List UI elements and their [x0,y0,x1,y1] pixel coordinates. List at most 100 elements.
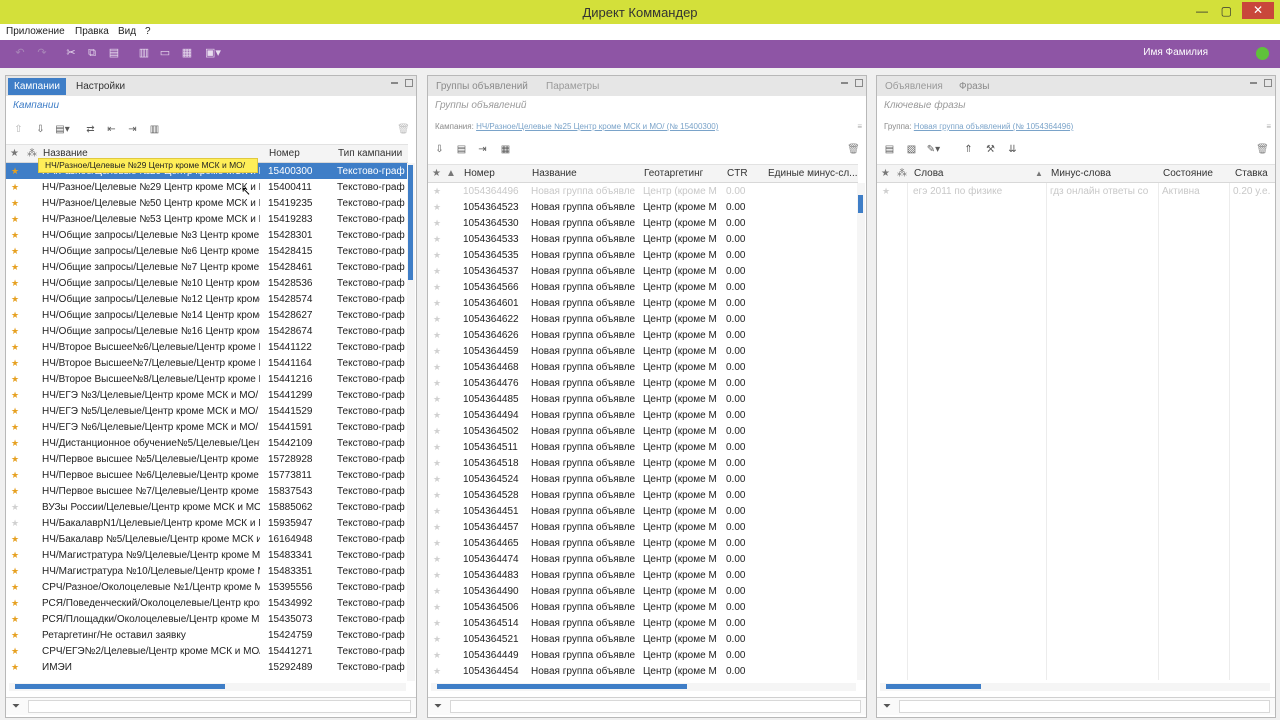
star-icon[interactable]: ★ [433,522,441,533]
group-link[interactable]: Новая группа объявлений (№ 1054364496) [914,122,1074,131]
star-icon[interactable]: ★ [433,634,441,645]
star-icon[interactable]: ★ [11,550,19,561]
table-row[interactable]: ★ НЧ/Дистанционное обучение№5/Целевые/Цен… [6,435,408,451]
star-icon[interactable]: ★ [11,454,19,465]
table-row[interactable]: ★ 1054364496 Новая группа объявле Центр (кр… [428,183,858,199]
column-number[interactable]: Номер [269,148,300,159]
table-row[interactable]: ★ НЧ/Общие запросы/Целевые №16 Центр кром… [6,323,408,339]
campaigns-vscroll[interactable] [407,163,415,681]
table-row[interactable]: ★ 1054364511 Новая группа объявле Центр (кр… [428,439,858,455]
compare-icon[interactable]: ⇄ [83,122,98,137]
export-icon[interactable]: ⇥ [125,122,140,137]
table-row[interactable]: ★ НЧ/Первое высшее №5/Целевые/Центр кроме… [6,451,408,467]
maximize-icon[interactable]: ▢ [1221,4,1232,18]
paste-icon[interactable]: ▤ [106,46,122,60]
table-row[interactable]: ★ 1054364485 Новая группа объявле Центр (кр… [428,391,858,407]
table-row[interactable]: ★ 1054364524 Новая группа объявле Центр (кр… [428,471,858,487]
ad-groups-vscroll[interactable] [857,183,865,680]
star-icon[interactable]: ★ [11,614,19,625]
table-row[interactable]: ★ 1054364483 Новая группа объявле Центр (кр… [428,567,858,583]
campaigns-vscroll-thumb[interactable] [408,165,413,280]
star-icon[interactable]: ★ [433,266,441,277]
collapse-icon[interactable]: ≡ [857,122,862,131]
star-icon[interactable]: ★ [11,582,19,593]
table-row[interactable]: ★ 1054364459 Новая группа объявле Центр (кр… [428,343,858,359]
star-icon[interactable]: ★ [433,362,441,373]
table-row[interactable]: ★ 1054364523 Новая группа объявле Центр (кр… [428,199,858,215]
pin-column-icon[interactable]: ⁂ [27,148,37,159]
column-negative-words[interactable]: Минус-слова [1051,168,1111,179]
column-state[interactable]: Состояние [1163,168,1213,179]
layout-dropdown-icon[interactable]: ▣▾ [205,46,221,60]
maximize-panel-icon[interactable] [855,79,863,87]
table-row[interactable]: ★ 1054364533 Новая группа объявле Центр (кр… [428,231,858,247]
fix-icon[interactable]: ⚒ [983,142,998,157]
star-icon[interactable]: ★ [433,282,441,293]
table-row[interactable]: ★ 1054364535 Новая группа объявле Центр (кр… [428,247,858,263]
menu-item-edit[interactable]: Правка [75,26,109,37]
undo-icon[interactable]: ↶ [12,46,28,60]
star-icon[interactable]: ★ [11,326,19,337]
download-icon[interactable]: ⇩ [432,142,447,157]
star-icon[interactable]: ★ [433,346,441,357]
column-negative-keywords[interactable]: Единые минус-сл... [768,168,858,179]
star-icon[interactable]: ★ [433,490,441,501]
star-icon[interactable]: ★ [433,618,441,629]
sort-icon[interactable]: ▲ [1035,169,1043,178]
star-icon[interactable]: ★ [11,566,19,577]
export-icon[interactable]: ⇥ [475,142,490,157]
star-icon[interactable]: ★ [433,586,441,597]
table-row[interactable]: ★ НЧ/Общие запросы/Целевые №7 Центр кроме… [6,259,408,275]
star-icon[interactable]: ★ [11,662,19,673]
tab-phrases[interactable]: Фразы [953,78,995,95]
user-name[interactable]: Имя Фамилия [1143,47,1208,58]
table-row[interactable]: ★ 1054364490 Новая группа объявле Центр (кр… [428,583,858,599]
delete-icon[interactable]: 🗑 [396,122,411,137]
table-row[interactable]: ★ 1054364476 Новая группа объявле Центр (кр… [428,375,858,391]
star-icon[interactable]: ★ [11,358,19,369]
star-icon[interactable]: ★ [11,310,19,321]
table-row[interactable]: ★ НЧ/Магистратура №10/Целевые/Центр кроме… [6,563,408,579]
tab-ad-groups[interactable]: Группы объявлений [430,78,534,95]
star-icon[interactable]: ★ [11,518,19,529]
table-row[interactable]: ★ НЧ/Бакалавр №5/Целевые/Центр кроме МСК … [6,531,408,547]
keywords-filter-input[interactable] [899,700,1270,713]
column-number[interactable]: Номер [464,168,495,179]
star-icon[interactable]: ★ [11,422,19,433]
ad-groups-hscroll[interactable] [431,683,856,691]
star-icon[interactable]: ★ [11,214,19,225]
delete-icon[interactable]: 🗑 [846,142,861,157]
table-row[interactable]: ★ 1054364449 Новая группа объявле Центр (кр… [428,647,858,663]
copy-icon[interactable]: ▤ [882,142,897,157]
group-icon[interactable]: ▧ [904,142,919,157]
campaigns-hscroll-thumb[interactable] [15,684,225,689]
table-row[interactable]: ★ 1054364454 Новая группа объявле Центр (кр… [428,663,858,679]
copy-campaign-icon[interactable]: ▤▾ [55,122,70,137]
table-row[interactable]: ★ РСЯ/Площадки/Околоцелевые/Центр кроме М… [6,611,408,627]
collapse-icon[interactable]: ≡ [1266,122,1271,131]
menu-item-view[interactable]: Вид [118,26,136,37]
table-row[interactable]: ★ 1054364521 Новая группа объявле Центр (кр… [428,631,858,647]
sort-icon[interactable]: ▲ [446,168,456,179]
table-row[interactable]: ★ НЧ/ЕГЭ №5/Целевые/Центр кроме МСК и МО/… [6,403,408,419]
star-icon[interactable]: ★ [11,262,19,273]
minimize-panel-icon[interactable] [391,82,398,84]
star-icon[interactable]: ★ [11,374,19,385]
star-icon[interactable]: ★ [433,474,441,485]
table-row[interactable]: ★ НЧ/Первое высшее №6/Целевые/Центр кроме… [6,467,408,483]
star-icon[interactable]: ★ [433,394,441,405]
star-icon[interactable]: ★ [433,458,441,469]
star-column-icon[interactable]: ★ [881,168,890,179]
cut-icon[interactable]: ✂ [63,46,79,60]
campaigns-hscroll[interactable] [9,683,406,691]
table-row[interactable]: ★ 1054364465 Новая группа объявле Центр (кр… [428,535,858,551]
star-icon[interactable]: ★ [11,470,19,481]
table-icon[interactable]: ▦ [179,46,195,60]
table-row[interactable]: ★ НЧ/Общие запросы/Целевые №3 Центр кроме… [6,227,408,243]
bid-down-icon[interactable]: ⇊ [1005,142,1020,157]
table-row[interactable]: ★ 1054364601 Новая группа объявле Центр (кр… [428,295,858,311]
column-name[interactable]: Название [532,168,577,179]
table-row[interactable]: ★ 1054364528 Новая группа объявле Центр (кр… [428,487,858,503]
table-row[interactable]: ★ 1054364537 Новая группа объявле Центр (кр… [428,263,858,279]
star-icon[interactable]: ★ [11,502,19,513]
